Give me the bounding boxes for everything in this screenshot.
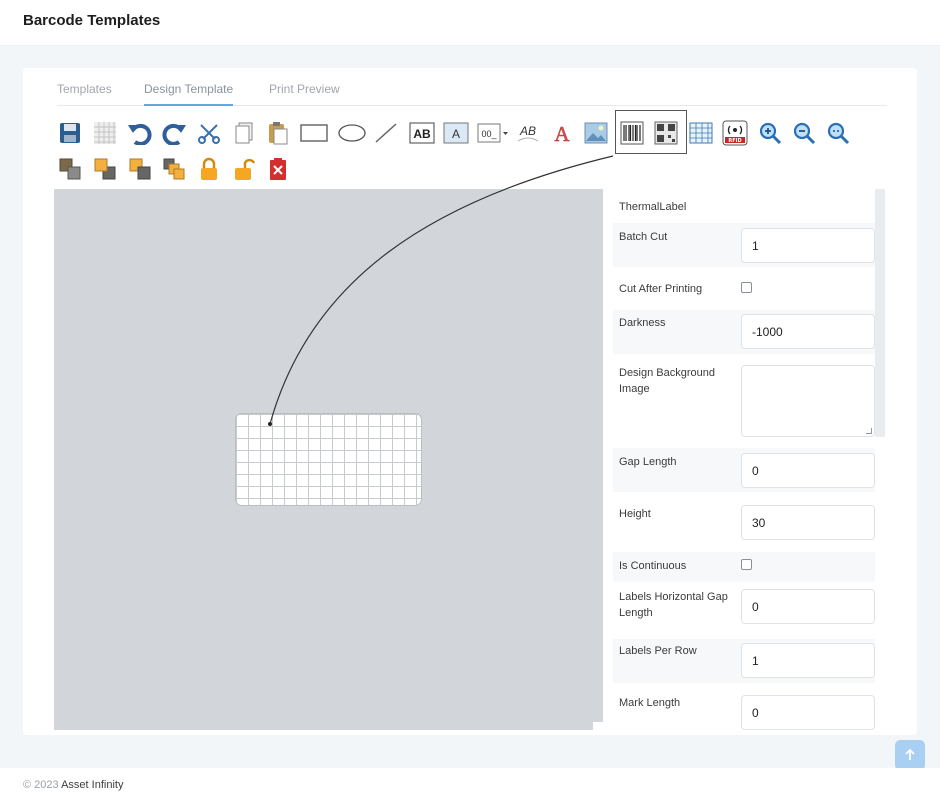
tab-bar: Templates Design Template Print Preview — [57, 80, 887, 106]
gap-length-label: Gap Length — [619, 456, 677, 468]
prop-is-continuous: Is Continuous — [613, 552, 875, 582]
label-surface[interactable] — [235, 413, 422, 506]
properties-header: ThermalLabel — [619, 201, 687, 213]
labels-horizontal-gap-length-label: Labels Horizontal Gap Length — [619, 591, 728, 619]
tab-print-preview[interactable]: Print Preview — [269, 82, 340, 106]
design-canvas[interactable] — [54, 189, 603, 730]
text-icon[interactable]: AB — [409, 120, 435, 146]
qr-code-icon[interactable] — [653, 120, 679, 146]
send-to-back-icon[interactable] — [92, 156, 118, 182]
prop-height: Height 30 — [613, 500, 875, 544]
text-box-icon[interactable]: A — [443, 120, 469, 146]
curved-text-glyph: AB — [519, 124, 536, 138]
page-footer: © 2023 Asset Infinity — [0, 768, 940, 803]
curved-text-icon[interactable]: AB — [515, 120, 541, 146]
height-input[interactable]: 30 — [741, 505, 875, 540]
zoom-in-icon[interactable] — [757, 120, 783, 146]
delete-icon[interactable] — [265, 156, 291, 182]
cut-icon[interactable] — [196, 120, 222, 146]
copy-icon[interactable] — [231, 120, 257, 146]
scroll-to-top-button[interactable] — [895, 740, 925, 770]
svg-text:A: A — [452, 127, 460, 141]
cut-after-printing-label: Cut After Printing — [619, 283, 703, 295]
text-glyph: AB — [413, 127, 431, 141]
gap-length-input[interactable]: 0 — [741, 453, 875, 488]
properties-panel: ThermalLabel Batch Cut 1 Cut After Print… — [613, 189, 885, 734]
image-icon[interactable] — [583, 120, 609, 146]
batch-cut-label: Batch Cut — [619, 231, 668, 243]
save-icon[interactable] — [57, 120, 83, 146]
table-icon[interactable] — [688, 120, 714, 146]
redo-icon[interactable] — [161, 120, 187, 146]
prop-darkness: Darkness -1000 — [613, 310, 875, 354]
batch-cut-input[interactable]: 1 — [741, 228, 875, 263]
prop-gap-length: Gap Length 0 — [613, 448, 875, 492]
prop-batch-cut: Batch Cut 1 — [613, 223, 875, 267]
barcode-icon[interactable] — [619, 120, 645, 146]
arrow-up-icon — [905, 748, 915, 760]
resize-grip[interactable] — [866, 428, 872, 434]
is-continuous-label: Is Continuous — [619, 560, 687, 572]
tab-design-template[interactable]: Design Template — [144, 82, 234, 106]
rfid-label: RFID — [728, 138, 741, 144]
designer-card: Templates Design Template Print Preview — [23, 68, 917, 735]
is-continuous-checkbox[interactable] — [741, 559, 752, 570]
rectangle-icon[interactable] — [299, 120, 329, 146]
design-background-image-label: Design Background Image — [619, 367, 716, 395]
copyright-year: © 2023 — [23, 779, 59, 791]
mark-length-input[interactable]: 0 — [741, 695, 875, 730]
labels-horizontal-gap-length-input[interactable]: 0 — [741, 589, 875, 624]
font-glyph: A — [554, 122, 570, 145]
darkness-label: Darkness — [619, 317, 666, 329]
labels-per-row-label: Labels Per Row — [619, 645, 697, 657]
ellipse-icon[interactable] — [337, 120, 367, 146]
prop-cut-after-printing: Cut After Printing — [613, 273, 875, 307]
grid-icon[interactable] — [92, 120, 118, 146]
page-header: Barcode Templates — [0, 0, 940, 46]
zoom-out-icon[interactable] — [791, 120, 817, 146]
paste-icon[interactable] — [265, 120, 291, 146]
prop-design-background-image: Design Background Image — [613, 361, 875, 441]
cut-after-printing-checkbox[interactable] — [741, 282, 752, 293]
footer-brand-link[interactable]: Asset Infinity — [61, 779, 123, 791]
rfid-icon[interactable]: RFID — [722, 120, 748, 146]
darkness-input[interactable]: -1000 — [741, 314, 875, 349]
bring-to-front-icon[interactable] — [57, 156, 83, 182]
designer-toolbar: AB A 00_ AB A RFID — [57, 110, 877, 190]
numbering-glyph: 00_ — [481, 129, 497, 139]
unlock-icon[interactable] — [231, 156, 257, 182]
labels-per-row-input[interactable]: 1 — [741, 643, 875, 678]
prop-mark-length: Mark Length 0 — [613, 691, 875, 734]
prop-labels-horizontal-gap-length: Labels Horizontal Gap Length 0 — [613, 588, 875, 632]
lock-icon[interactable] — [196, 156, 222, 182]
tab-templates[interactable]: Templates — [57, 82, 112, 106]
font-icon[interactable]: A — [549, 120, 575, 146]
mark-length-label: Mark Length — [619, 697, 681, 709]
numbering-icon[interactable]: 00_ — [477, 120, 509, 146]
line-icon[interactable] — [373, 120, 399, 146]
undo-icon[interactable] — [127, 120, 153, 146]
page-title: Barcode Templates — [23, 12, 161, 29]
zoom-fit-icon[interactable] — [825, 120, 851, 146]
canvas-notch — [593, 722, 603, 730]
design-background-image-input[interactable] — [741, 365, 875, 437]
footer-copyright: © 2023 Asset Infinity — [23, 779, 123, 791]
bring-forward-icon[interactable] — [127, 156, 153, 182]
prop-labels-per-row: Labels Per Row 1 — [613, 639, 875, 683]
send-backward-icon[interactable] — [161, 156, 187, 182]
height-label: Height — [619, 508, 651, 520]
